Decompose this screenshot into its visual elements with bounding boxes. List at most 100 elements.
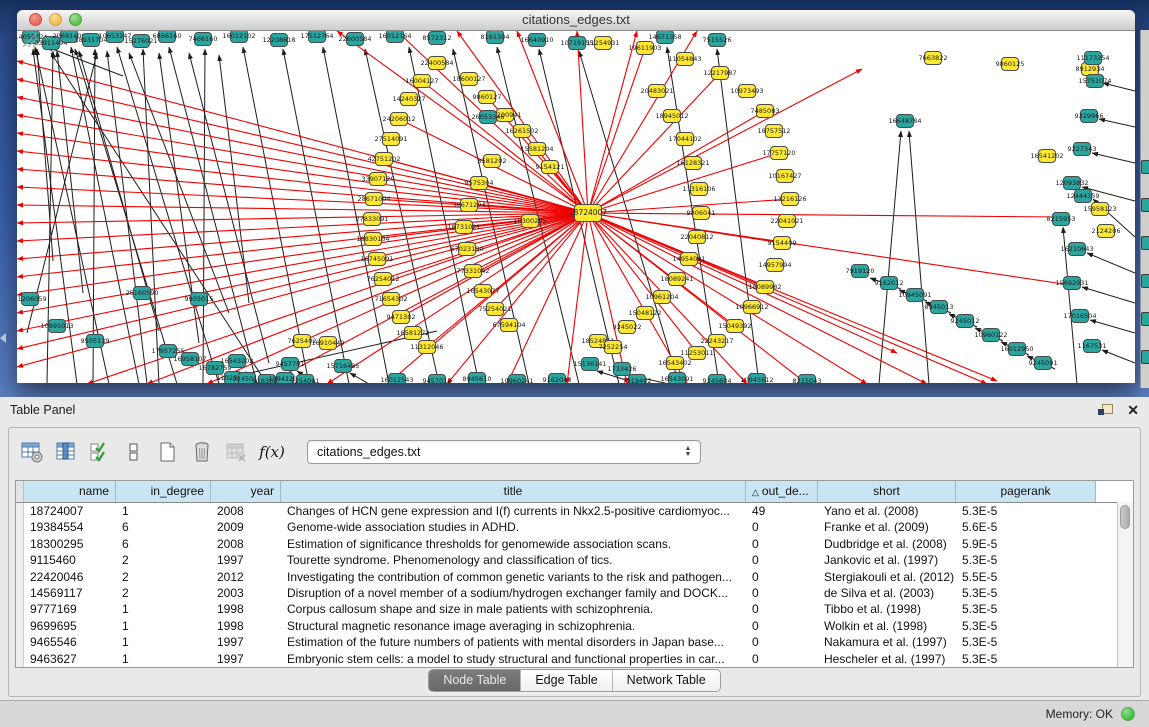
svg-text:16543402: 16543402 <box>658 359 691 367</box>
svg-text:16543077: 16543077 <box>466 287 499 295</box>
svg-text:42751202: 42751202 <box>367 155 400 163</box>
column-header-short[interactable]: short <box>818 481 956 502</box>
cell-short: Jankovic et al. (1997) <box>818 552 956 568</box>
memory-status-label: Memory: OK <box>1046 707 1113 721</box>
memory-ok-icon[interactable] <box>1121 707 1135 721</box>
cell-pagerank: 5.3E-5 <box>956 634 1096 650</box>
tab-node-table[interactable]: Node Table <box>429 670 521 691</box>
cell-short: de Silva et al. (2003) <box>818 585 956 601</box>
svg-text:7252254: 7252254 <box>599 343 628 351</box>
svg-text:15136141: 15136141 <box>573 360 606 368</box>
svg-text:8912934: 8912934 <box>1076 65 1105 73</box>
svg-text:16745091: 16745091 <box>360 255 393 263</box>
table-panel: Table Panel ✕ <box>0 397 1149 700</box>
cell-name: 18724007 <box>24 503 116 519</box>
status-bar: Memory: OK <box>0 700 1149 727</box>
column-header-year[interactable]: year <box>211 481 281 502</box>
network-canvas[interactable]: 1405572423911494206914061893170410653247… <box>17 31 1135 383</box>
svg-text:27833091: 27833091 <box>355 215 388 223</box>
table-row[interactable]: 977716911998Corpus callosum shape and si… <box>16 601 1133 617</box>
table-row[interactable]: 969969511998Structural magnetic resonanc… <box>16 618 1133 634</box>
table-selector-dropdown[interactable]: citations_edges.txt ▲▼ <box>307 440 701 464</box>
float-panel-icon[interactable] <box>1098 404 1113 417</box>
network-graph[interactable]: 1405572423911494206914061893170410653247… <box>17 31 1135 383</box>
svg-text:8581202: 8581202 <box>478 157 507 165</box>
table-row[interactable]: 1830029562008Estimation of significance … <box>16 536 1133 552</box>
new-table-icon[interactable] <box>153 437 183 467</box>
tab-edge-table[interactable]: Edge Table <box>521 670 612 691</box>
tab-network-table[interactable]: Network Table <box>613 670 720 691</box>
svg-text:20483021: 20483021 <box>640 87 673 95</box>
cell-out_degree: 49 <box>746 503 818 519</box>
table-toolbar: f(x) citations_edges.txt ▲▼ <box>17 435 701 469</box>
delete-table-icon[interactable] <box>221 437 251 467</box>
svg-text:33907120: 33907120 <box>361 175 394 183</box>
column-header-in_degree[interactable]: in_degree <box>116 481 211 502</box>
minimize-window-icon[interactable] <box>49 13 62 26</box>
svg-text:28671004: 28671004 <box>357 195 390 203</box>
svg-text:16541202: 16541202 <box>1030 152 1063 160</box>
table-row[interactable]: 911546021997Tourette syndrome. Phenomeno… <box>16 552 1133 568</box>
table-row[interactable]: 2242004622012Investigating the contribut… <box>16 569 1133 585</box>
delete-columns-icon[interactable] <box>187 437 217 467</box>
svg-text:10995013: 10995013 <box>40 322 73 330</box>
function-builder-icon[interactable]: f(x) <box>255 437 289 467</box>
node-sliver <box>1141 350 1149 364</box>
cell-short: Nakamura et al. (1997) <box>818 634 956 650</box>
table-header-row: namein_degreeyeartitle△out_de...shortpag… <box>16 481 1133 503</box>
svg-text:12444159: 12444159 <box>1066 192 1099 200</box>
svg-text:7919402: 7919402 <box>623 377 652 383</box>
scrollbar-thumb[interactable] <box>1120 505 1130 529</box>
panel-collapse-arrow[interactable] <box>0 333 6 343</box>
cell-name: 22420046 <box>24 569 116 585</box>
svg-text:18089982: 18089982 <box>748 283 781 291</box>
svg-text:18600127: 18600127 <box>452 75 485 83</box>
svg-text:8161304: 8161304 <box>481 33 510 41</box>
cell-out_degree: 0 <box>746 618 818 634</box>
svg-text:16543091: 16543091 <box>660 375 693 383</box>
zoom-window-icon[interactable] <box>69 13 82 26</box>
show-column-icon[interactable] <box>51 437 81 467</box>
window-controls <box>29 13 82 26</box>
svg-text:8945013: 8945013 <box>925 303 954 311</box>
table-row[interactable]: 946554611997Estimation of the future num… <box>16 634 1133 650</box>
svg-text:8945610: 8945610 <box>463 375 492 383</box>
svg-text:12208818: 12208818 <box>262 36 295 44</box>
cell-title: Disruption of a novel member of a sodium… <box>281 585 746 601</box>
column-header-out_degree[interactable]: △out_de... <box>746 481 818 502</box>
close-window-icon[interactable] <box>29 13 42 26</box>
table-mode-icon[interactable] <box>17 437 47 467</box>
cell-year: 2008 <box>211 503 281 519</box>
column-header-pagerank[interactable]: pagerank <box>956 481 1096 502</box>
svg-text:17757120: 17757120 <box>762 149 795 157</box>
svg-text:77331042: 77331042 <box>456 267 489 275</box>
cell-year: 2008 <box>211 536 281 552</box>
svg-text:16004127: 16004127 <box>405 77 438 85</box>
svg-text:9227343: 9227343 <box>1068 145 1097 153</box>
table-row[interactable]: 946362711997Embryonic stem cells: a mode… <box>16 651 1133 667</box>
svg-text:8215953: 8215953 <box>1047 215 1076 223</box>
row-height-icon[interactable] <box>119 437 149 467</box>
network-window-titlebar[interactable]: citations_edges.txt <box>17 10 1135 31</box>
table-row[interactable]: 1872400712008Changes of HCN gene express… <box>16 503 1133 519</box>
cell-pagerank: 5.3E-5 <box>956 618 1096 634</box>
column-header-title[interactable]: title <box>281 481 746 502</box>
svg-text:8572312: 8572312 <box>423 34 452 42</box>
svg-text:11054843: 11054843 <box>668 55 701 63</box>
close-panel-icon[interactable]: ✕ <box>1127 403 1139 417</box>
table-row[interactable]: 1456911722003Disruption of a novel membe… <box>16 585 1133 601</box>
table-row[interactable]: 1938455462009Genome-wide association stu… <box>16 519 1133 535</box>
column-header-name[interactable]: name <box>24 481 116 502</box>
cell-year: 2012 <box>211 569 281 585</box>
svg-text:22400584: 22400584 <box>420 59 453 67</box>
table-scrollbar[interactable] <box>1117 502 1133 667</box>
background-window-sliver[interactable] <box>1140 30 1149 388</box>
svg-text:9154409: 9154409 <box>768 239 797 247</box>
svg-text:18945012: 18945012 <box>655 112 688 120</box>
network-window[interactable]: citations_edges.txt 14055724239114942069… <box>17 10 1135 383</box>
resize-grip-icon[interactable] <box>17 31 39 47</box>
edit-columns-icon[interactable] <box>85 437 115 467</box>
row-gutter <box>16 503 24 519</box>
svg-text:9905015: 9905015 <box>185 295 214 303</box>
cell-in_degree: 1 <box>116 651 211 667</box>
